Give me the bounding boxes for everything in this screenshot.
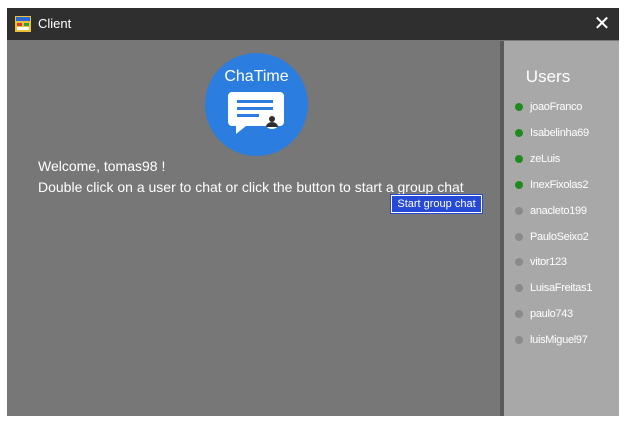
welcome-message: Welcome, tomas98 !	[38, 158, 166, 174]
user-name: anacleto199	[530, 205, 587, 217]
online-status-icon	[515, 103, 523, 111]
offline-status-icon	[515, 258, 523, 266]
offline-status-icon	[515, 207, 523, 215]
user-item-luisafreitas1[interactable]: LuisaFreitas1	[515, 281, 615, 297]
title-bar[interactable]: Client ✕	[7, 8, 619, 40]
user-name: Isabelinha69	[530, 127, 589, 139]
user-name: zeLuis	[530, 153, 560, 165]
window-title: Client	[38, 16, 72, 31]
chatime-logo: ChaTime	[204, 52, 309, 157]
main-panel: ChaTime Welcome, tomas98 ! Double click …	[7, 41, 500, 416]
user-name: vitor123	[530, 256, 567, 268]
user-item-anacleto199[interactable]: anacleto199	[515, 204, 615, 220]
user-item-luismiguel97[interactable]: luisMiguel97	[515, 333, 615, 349]
user-item-pauloseixo2[interactable]: PauloSeixo2	[515, 230, 615, 246]
user-name: PauloSeixo2	[530, 231, 589, 243]
user-name: paulo743	[530, 308, 573, 320]
online-status-icon	[515, 155, 523, 163]
online-status-icon	[515, 181, 523, 189]
offline-status-icon	[515, 284, 523, 292]
users-heading: Users	[525, 67, 571, 86]
user-name: InexFixolas2	[530, 179, 589, 191]
client-window: Client ✕ ChaTime Welcome, tomas98 ! Doub…	[7, 8, 619, 416]
offline-status-icon	[515, 233, 523, 241]
user-item-joaofranco[interactable]: joaoFranco	[515, 100, 615, 116]
app-icon	[15, 16, 31, 32]
close-button[interactable]: ✕	[585, 8, 619, 40]
instructions-text: Double click on a user to chat or click …	[38, 179, 464, 195]
user-name: LuisaFreitas1	[530, 282, 593, 294]
user-item-zeluis[interactable]: zeLuis	[515, 152, 615, 168]
user-item-paulo743[interactable]: paulo743	[515, 307, 615, 323]
user-item-inexfixolas2[interactable]: InexFixolas2	[515, 178, 615, 194]
close-icon: ✕	[593, 13, 611, 35]
offline-status-icon	[515, 310, 523, 318]
online-status-icon	[515, 129, 523, 137]
user-item-isabelinha69[interactable]: Isabelinha69	[515, 126, 615, 142]
user-item-vitor123[interactable]: vitor123	[515, 255, 615, 271]
user-name: luisMiguel97	[530, 334, 588, 346]
start-group-chat-button[interactable]: Start group chat	[390, 194, 483, 214]
user-name: joaoFranco	[530, 101, 583, 113]
logo-text: ChaTime	[224, 68, 288, 85]
offline-status-icon	[515, 336, 523, 344]
users-panel: Users joaoFranco Isabelinha69 zeLuis Ine…	[504, 41, 619, 416]
